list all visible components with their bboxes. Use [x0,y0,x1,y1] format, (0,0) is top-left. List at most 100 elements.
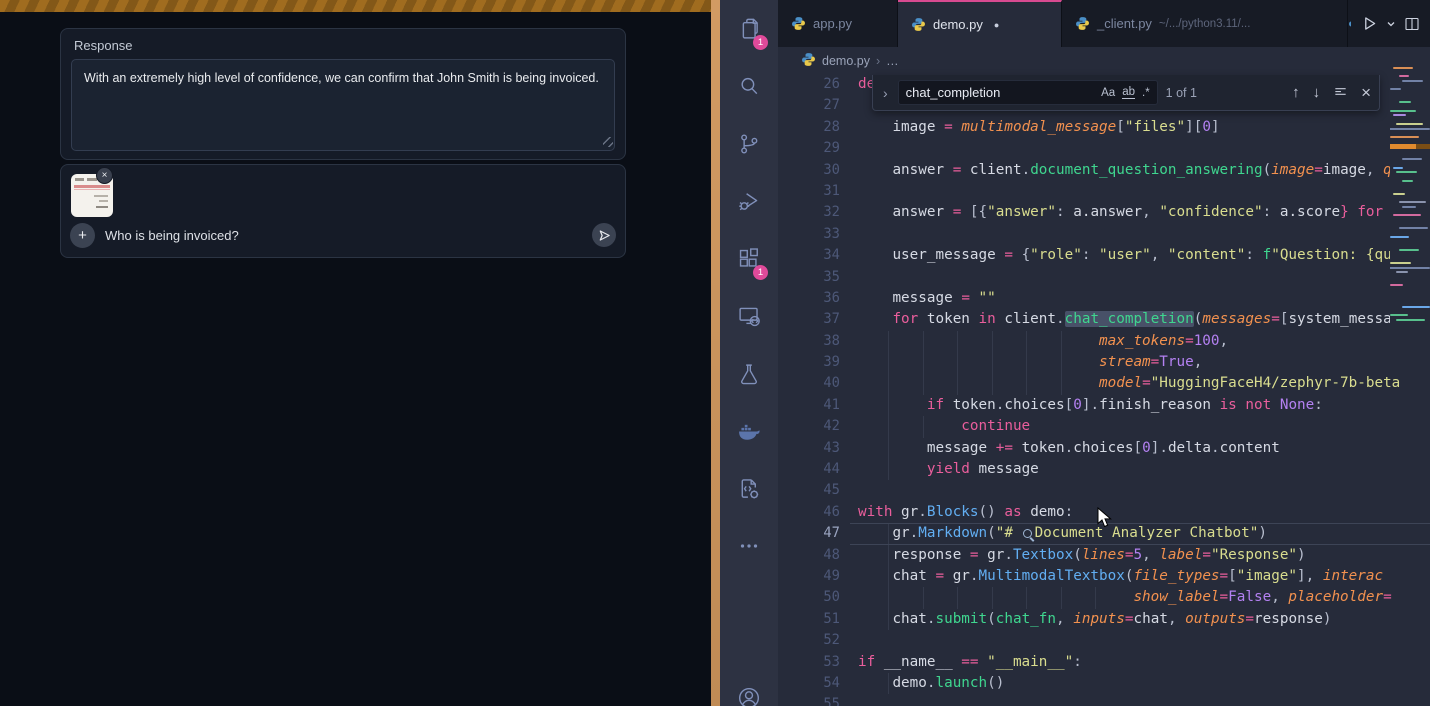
tab--client-py[interactable]: _client.py~/.../python3.11/... [1062,0,1348,47]
line-number[interactable]: 34 [778,245,840,266]
line-number[interactable]: 53 [778,652,840,673]
line-number[interactable]: 41 [778,395,840,416]
code-line-52[interactable]: 52 [778,630,1430,651]
activity-code-tools-icon[interactable] [720,460,778,518]
activity-account-icon[interactable] [720,670,778,706]
code-line-31[interactable]: 31 [778,181,1430,202]
code-line-29[interactable]: 29 [778,138,1430,159]
run-dropdown-chevron-icon[interactable] [1386,19,1396,29]
tab-demo-py[interactable]: demo.py● [898,0,1062,47]
response-textarea[interactable]: With an extremely high level of confiden… [71,59,615,151]
line-number[interactable]: 28 [778,117,840,138]
code-line-37[interactable]: 37 for token in client.chat_completion(m… [778,309,1430,330]
code-line-32[interactable]: 32 answer = [{"answer": a.answer, "confi… [778,202,1430,223]
code-line-34[interactable]: 34 user_message = {"role": "user", "cont… [778,245,1430,266]
code-text: chat.submit(chat_fn, inputs=chat, output… [858,611,1332,627]
activity-remote-explorer-icon[interactable] [720,288,778,346]
code-line-47[interactable]: 47 gr.Markdown("# Document Analyzer Chat… [778,523,1430,544]
activity-more-icon[interactable] [720,518,778,576]
line-number[interactable]: 33 [778,224,840,245]
split-editor-button[interactable] [1404,16,1420,32]
run-python-file-button[interactable] [1361,15,1378,32]
code-line-48[interactable]: 48 response = gr.Textbox(lines=5, label=… [778,545,1430,566]
line-number[interactable]: 39 [778,352,840,373]
activity-search-icon[interactable] [720,58,778,116]
code-line-28[interactable]: 28 image = multimodal_message["files"][0… [778,117,1430,138]
line-number[interactable]: 45 [778,480,840,501]
code-line-35[interactable]: 35 [778,267,1430,288]
line-number[interactable]: 30 [778,160,840,181]
code-line-39[interactable]: 39 stream=True, [778,352,1430,373]
code-line-55[interactable]: 55 [778,694,1430,706]
whole-word-toggle[interactable]: ab [1122,86,1135,99]
code-line-30[interactable]: 30 answer = client.document_question_ans… [778,160,1430,181]
line-number[interactable]: 55 [778,694,840,706]
code-line-46[interactable]: 46with gr.Blocks() as demo: [778,502,1430,523]
line-number[interactable]: 29 [778,138,840,159]
find-in-selection-button[interactable] [1333,84,1348,102]
browser-loading-stripe-bar [0,0,711,12]
code-line-44[interactable]: 44 yield message [778,459,1430,480]
code-line-38[interactable]: 38 max_tokens=100, [778,331,1430,352]
line-number[interactable]: 46 [778,502,840,523]
line-number[interactable]: 36 [778,288,840,309]
code-line-45[interactable]: 45 [778,480,1430,501]
code-line-54[interactable]: 54 demo.launch() [778,673,1430,694]
find-previous-button[interactable]: ↑ [1292,85,1300,100]
code-line-50[interactable]: 50 show_label=False, placeholder= [778,587,1430,608]
line-number[interactable]: 54 [778,673,840,694]
code-line-43[interactable]: 43 message += token.choices[0].delta.con… [778,438,1430,459]
line-number[interactable]: 47 [778,523,840,544]
code-line-53[interactable]: 53if __name__ == "__main__": [778,652,1430,673]
breadcrumb-rest[interactable]: … [886,54,899,68]
remove-attachment-button[interactable]: × [96,167,113,184]
tab-app-py[interactable]: app.py [778,0,898,47]
code-line-36[interactable]: 36 message = "" [778,288,1430,309]
find-next-button[interactable]: ↓ [1313,85,1321,100]
find-input[interactable] [906,85,1094,100]
activity-explorer-icon[interactable]: 1 [720,0,778,58]
match-case-toggle[interactable]: Aa [1101,87,1115,99]
line-number[interactable]: 43 [778,438,840,459]
activity-testing-icon[interactable] [720,345,778,403]
resize-grip-icon[interactable] [603,137,613,147]
code-area[interactable]: 26de2728 image = multimodal_message["fil… [778,74,1430,706]
indent-guide [1095,587,1096,608]
line-number[interactable]: 35 [778,267,840,288]
code-line-49[interactable]: 49 chat = gr.MultimodalTextbox(file_type… [778,566,1430,587]
chat-text-input[interactable] [105,228,592,243]
modified-dot-icon[interactable]: ● [994,20,999,30]
line-number[interactable]: 37 [778,309,840,330]
regex-toggle[interactable]: .* [1142,87,1150,99]
line-number[interactable]: 38 [778,331,840,352]
activity-source-control-icon[interactable] [720,115,778,173]
code-line-41[interactable]: 41 if token.choices[0].finish_reason is … [778,395,1430,416]
line-number[interactable]: 44 [778,459,840,480]
find-close-button[interactable]: × [1361,84,1371,101]
code-line-40[interactable]: 40 model="HuggingFaceH4/zephyr-7b-beta [778,373,1430,394]
activity-extensions-icon[interactable]: 1 [720,230,778,288]
send-button[interactable] [592,223,616,247]
breadcrumb-file[interactable]: demo.py [822,54,870,68]
activity-docker-icon[interactable] [720,403,778,461]
line-number[interactable]: 50 [778,587,840,608]
line-number[interactable]: 27 [778,95,840,116]
line-number[interactable]: 26 [778,74,840,95]
tab-label: app.py [813,16,852,31]
activity-run-debug-icon[interactable] [720,173,778,231]
line-number[interactable]: 49 [778,566,840,587]
code-line-33[interactable]: 33 [778,224,1430,245]
breadcrumb[interactable]: demo.py › … [778,47,1430,74]
code-line-51[interactable]: 51 chat.submit(chat_fn, inputs=chat, out… [778,609,1430,630]
line-number[interactable]: 52 [778,630,840,651]
line-number[interactable]: 42 [778,416,840,437]
add-file-button[interactable]: + [70,223,95,248]
line-number[interactable]: 31 [778,181,840,202]
line-number[interactable]: 51 [778,609,840,630]
find-expand-chevron-icon[interactable]: › [881,85,890,101]
code-line-42[interactable]: 42 continue [778,416,1430,437]
line-number[interactable]: 48 [778,545,840,566]
minimap[interactable] [1390,58,1430,348]
line-number[interactable]: 32 [778,202,840,223]
line-number[interactable]: 40 [778,373,840,394]
